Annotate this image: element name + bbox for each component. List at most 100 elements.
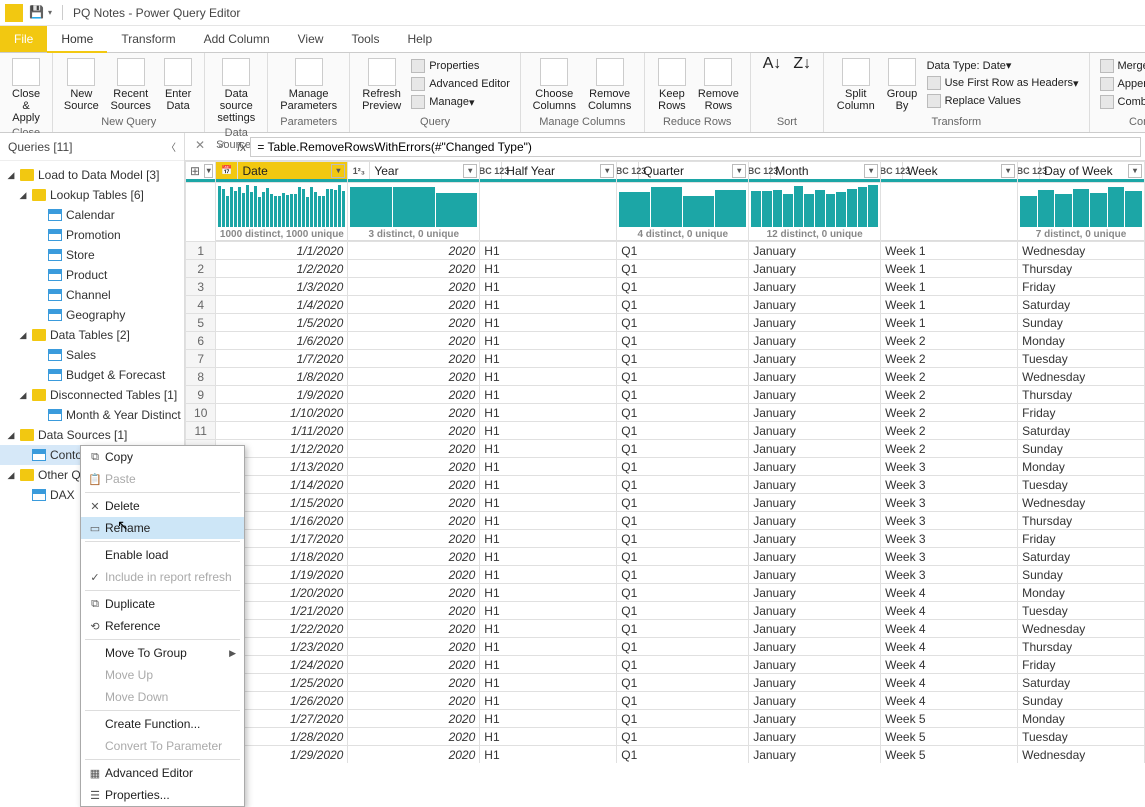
table-row[interactable]: 1/14/20202020H1Q1JanuaryWeek 3Tuesday (186, 476, 1145, 494)
menu-item-rename[interactable]: ▭Rename (81, 517, 244, 539)
delete-step-icon[interactable]: ✕ (191, 138, 209, 156)
table-row[interactable]: 81/8/20202020H1Q1JanuaryWeek 2Wednesday (186, 368, 1145, 386)
filter-icon[interactable]: ▾ (1001, 164, 1015, 178)
menu-item-delete[interactable]: ✕Delete (81, 495, 244, 517)
manage-parameters-button[interactable]: Manage Parameters (274, 55, 343, 115)
recent-sources-button[interactable]: Recent Sources (104, 55, 158, 115)
remove-columns-button[interactable]: Remove Columns (582, 55, 638, 115)
table-row[interactable]: 1/12/20202020H1Q1JanuaryWeek 2Sunday (186, 440, 1145, 458)
tab-add-column[interactable]: Add Column (190, 26, 284, 52)
type-icon[interactable]: ABC 123 (1018, 162, 1040, 179)
properties-button[interactable]: Properties (407, 57, 514, 75)
table-row[interactable]: 1/18/20202020H1Q1JanuaryWeek 3Saturday (186, 548, 1145, 566)
filter-icon[interactable]: ▾ (463, 164, 477, 178)
keep-rows-button[interactable]: Keep Rows (651, 55, 693, 115)
table-row[interactable]: 61/6/20202020H1Q1JanuaryWeek 2Monday (186, 332, 1145, 350)
query-item[interactable]: Channel (0, 285, 184, 305)
choose-columns-button[interactable]: Choose Columns (527, 55, 582, 115)
query-item[interactable]: Calendar (0, 205, 184, 225)
menu-item-copy[interactable]: ⧉Copy (81, 446, 244, 468)
table-row[interactable]: 51/5/20202020H1Q1JanuaryWeek 1Sunday (186, 314, 1145, 332)
menu-item-move-to-group[interactable]: Move To Group▶ (81, 642, 244, 664)
table-options-icon[interactable]: ▾ (204, 164, 213, 178)
group-by-button[interactable]: Group By (881, 55, 922, 115)
table-row[interactable]: 1/20/20202020H1Q1JanuaryWeek 4Monday (186, 584, 1145, 602)
menu-item-advanced-editor[interactable]: ▦Advanced Editor (81, 762, 244, 784)
table-row[interactable]: 31/3/20202020H1Q1JanuaryWeek 1Friday (186, 278, 1145, 296)
enter-data-button[interactable]: Enter Data (158, 55, 198, 115)
column-header[interactable]: 1²₃Year▾ (348, 162, 480, 183)
save-icon[interactable]: 💾 (29, 5, 45, 21)
column-header[interactable]: ABC 123Day of Week▾ (1018, 162, 1145, 183)
table-row[interactable]: 91/9/20202020H1Q1JanuaryWeek 2Thursday (186, 386, 1145, 404)
table-row[interactable]: 41/4/20202020H1Q1JanuaryWeek 1Saturday (186, 296, 1145, 314)
sort-desc-button[interactable]: Z↓ (787, 55, 817, 73)
accept-step-icon[interactable]: ✓ (213, 138, 231, 156)
type-icon[interactable]: ABC 123 (480, 162, 502, 179)
column-header[interactable]: ABC 123Month▾ (749, 162, 881, 183)
query-item[interactable]: Product (0, 265, 184, 285)
table-row[interactable]: 11/1/20202020H1Q1JanuaryWeek 1Wednesday (186, 242, 1145, 260)
new-source-button[interactable]: New Source (59, 55, 103, 115)
table-row[interactable]: 1/25/20202020H1Q1JanuaryWeek 4Saturday (186, 674, 1145, 692)
data-type-button[interactable]: Data Type: Date ▾ (923, 57, 1083, 74)
query-item[interactable]: Promotion (0, 225, 184, 245)
column-header[interactable]: 📅Date▾ (216, 162, 348, 183)
menu-item-create-function-[interactable]: Create Function... (81, 713, 244, 735)
formula-input[interactable] (250, 137, 1141, 157)
table-row[interactable]: 1/28/20202020H1Q1JanuaryWeek 5Tuesday (186, 728, 1145, 746)
sort-asc-button[interactable]: A↓ (757, 55, 788, 73)
collapse-queries-icon[interactable]: 〈 (166, 139, 176, 154)
table-row[interactable]: 1/15/20202020H1Q1JanuaryWeek 3Wednesday (186, 494, 1145, 512)
type-icon[interactable]: 📅 (216, 162, 238, 179)
filter-icon[interactable]: ▾ (864, 164, 878, 178)
table-row[interactable]: 1/21/20202020H1Q1JanuaryWeek 4Tuesday (186, 602, 1145, 620)
table-row[interactable]: 1/27/20202020H1Q1JanuaryWeek 5Monday (186, 710, 1145, 728)
combine-files-button[interactable]: Combine Files (1096, 93, 1145, 111)
menu-item-enable-load[interactable]: Enable load (81, 544, 244, 566)
query-folder[interactable]: ◢Data Sources [1] (0, 425, 184, 445)
query-folder[interactable]: ◢Load to Data Model [3] (0, 165, 184, 185)
table-row[interactable]: 1/19/20202020H1Q1JanuaryWeek 3Sunday (186, 566, 1145, 584)
query-folder[interactable]: ◢Data Tables [2] (0, 325, 184, 345)
table-row[interactable]: 111/11/20202020H1Q1JanuaryWeek 2Saturday (186, 422, 1145, 440)
table-row[interactable]: 21/2/20202020H1Q1JanuaryWeek 1Thursday (186, 260, 1145, 278)
query-folder[interactable]: ◢Disconnected Tables [1] (0, 385, 184, 405)
column-header[interactable]: ABC 123Week▾ (881, 162, 1018, 183)
replace-values-button[interactable]: Replace Values (923, 92, 1083, 110)
query-folder[interactable]: ◢Lookup Tables [6] (0, 185, 184, 205)
table-row[interactable]: 1/24/20202020H1Q1JanuaryWeek 4Friday (186, 656, 1145, 674)
tab-file[interactable]: File (0, 26, 47, 52)
table-row[interactable]: 1/16/20202020H1Q1JanuaryWeek 3Thursday (186, 512, 1145, 530)
split-column-button[interactable]: Split Column (830, 55, 881, 115)
fx-icon[interactable]: fx (237, 140, 246, 154)
filter-icon[interactable]: ▾ (600, 164, 614, 178)
filter-icon[interactable]: ▾ (331, 164, 345, 178)
refresh-preview-button[interactable]: Refresh Preview (356, 55, 407, 115)
tab-help[interactable]: Help (393, 26, 446, 52)
query-item[interactable]: Geography (0, 305, 184, 325)
tab-transform[interactable]: Transform (107, 26, 189, 52)
first-row-headers-button[interactable]: Use First Row as Headers ▾ (923, 74, 1083, 92)
table-row[interactable]: 1/29/20202020H1Q1JanuaryWeek 5Wednesday (186, 746, 1145, 764)
data-source-settings-button[interactable]: Data source settings (211, 55, 261, 127)
tab-tools[interactable]: Tools (337, 26, 393, 52)
merge-queries-button[interactable]: Merge Queries ▾ (1096, 57, 1145, 75)
filter-icon[interactable]: ▾ (1128, 164, 1142, 178)
tab-home[interactable]: Home (47, 26, 107, 53)
menu-item-duplicate[interactable]: ⧉Duplicate (81, 593, 244, 615)
tab-view[interactable]: View (284, 26, 338, 52)
remove-rows-button[interactable]: Remove Rows (693, 55, 744, 115)
table-row[interactable]: 1/13/20202020H1Q1JanuaryWeek 3Monday (186, 458, 1145, 476)
table-row[interactable]: 1/17/20202020H1Q1JanuaryWeek 3Friday (186, 530, 1145, 548)
type-icon[interactable]: ABC 123 (749, 162, 771, 179)
manage-query-button[interactable]: Manage ▾ (407, 93, 514, 111)
query-item[interactable]: Budget & Forecast (0, 365, 184, 385)
type-icon[interactable]: 1²₃ (348, 162, 370, 179)
table-row[interactable]: 1/26/20202020H1Q1JanuaryWeek 4Sunday (186, 692, 1145, 710)
query-item[interactable]: Store (0, 245, 184, 265)
menu-item-reference[interactable]: ⟲Reference (81, 615, 244, 637)
query-item[interactable]: Month & Year Distinct (0, 405, 184, 425)
type-icon[interactable]: ABC 123 (617, 162, 639, 179)
table-row[interactable]: 71/7/20202020H1Q1JanuaryWeek 2Tuesday (186, 350, 1145, 368)
